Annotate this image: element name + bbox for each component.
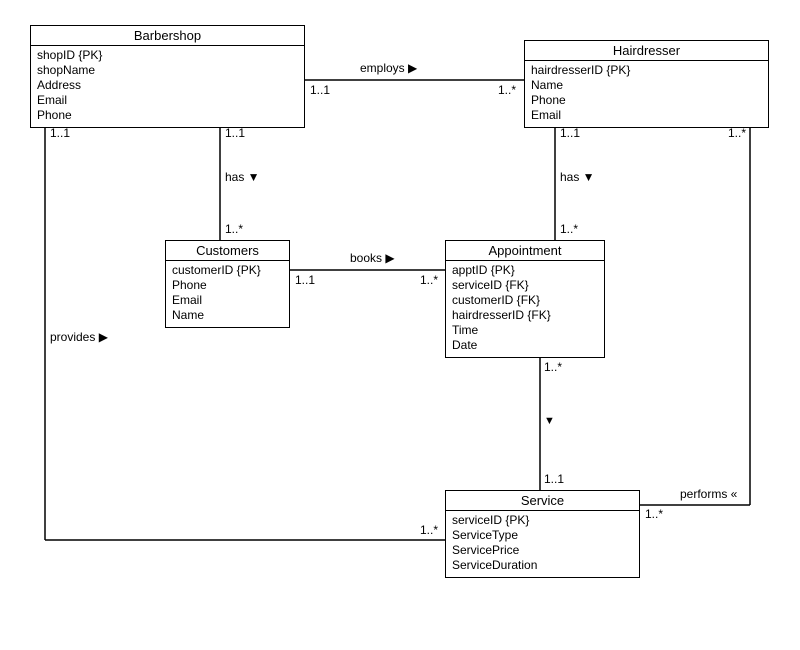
attr: customerID {FK} xyxy=(452,293,598,308)
entity-hairdresser-title: Hairdresser xyxy=(525,41,768,61)
attr: Email xyxy=(531,108,762,123)
entity-appointment: Appointment apptID {PK} serviceID {FK} c… xyxy=(445,240,605,358)
attr: shopName xyxy=(37,63,298,78)
entity-barbershop-body: shopID {PK} shopName Address Email Phone xyxy=(31,46,304,127)
label-employs: employs ▶ xyxy=(360,61,417,75)
entity-appointment-title: Appointment xyxy=(446,241,604,261)
entity-hairdresser: Hairdresser hairdresserID {PK} Name Phon… xyxy=(524,40,769,128)
mult-performs-left: 1..* xyxy=(645,507,663,521)
entity-barbershop-title: Barbershop xyxy=(31,26,304,46)
mult-performs-top: 1..* xyxy=(728,126,746,140)
attr: ServicePrice xyxy=(452,543,633,558)
attr: Phone xyxy=(531,93,762,108)
label-books: books ▶ xyxy=(350,251,395,265)
mult-has-cust-top: 1..1 xyxy=(225,126,245,140)
entity-barbershop: Barbershop shopID {PK} shopName Address … xyxy=(30,25,305,128)
attr: Date xyxy=(452,338,598,353)
entity-service-body: serviceID {PK} ServiceType ServicePrice … xyxy=(446,511,639,577)
attr: customerID {PK} xyxy=(172,263,283,278)
attr: Email xyxy=(37,93,298,108)
attr: Time xyxy=(452,323,598,338)
entity-appointment-body: apptID {PK} serviceID {FK} customerID {F… xyxy=(446,261,604,357)
attr: serviceID {FK} xyxy=(452,278,598,293)
attr: shopID {PK} xyxy=(37,48,298,63)
entity-customers-title: Customers xyxy=(166,241,289,261)
attr: ServiceDuration xyxy=(452,558,633,573)
attr: Phone xyxy=(37,108,298,123)
attr: hairdresserID {FK} xyxy=(452,308,598,323)
label-appt-svc: ▼ xyxy=(544,415,555,427)
label-performs: performs « xyxy=(680,487,737,501)
mult-books-right: 1..* xyxy=(420,273,438,287)
mult-appt-svc-top: 1..* xyxy=(544,360,562,374)
mult-employs-left: 1..1 xyxy=(310,83,330,97)
label-has-cust: has ▼ xyxy=(225,170,260,184)
entity-service: Service serviceID {PK} ServiceType Servi… xyxy=(445,490,640,578)
attr: ServiceType xyxy=(452,528,633,543)
label-hd-appt: has ▼ xyxy=(560,170,595,184)
attr: hairdresserID {PK} xyxy=(531,63,762,78)
attr: serviceID {PK} xyxy=(452,513,633,528)
attr: Address xyxy=(37,78,298,93)
entity-customers: Customers customerID {PK} Phone Email Na… xyxy=(165,240,290,328)
mult-appt-svc-bot: 1..1 xyxy=(544,472,564,486)
entity-hairdresser-body: hairdresserID {PK} Name Phone Email xyxy=(525,61,768,127)
mult-hd-appt-bot: 1..* xyxy=(560,222,578,236)
attr: Name xyxy=(531,78,762,93)
entity-customers-body: customerID {PK} Phone Email Name xyxy=(166,261,289,327)
mult-employs-right: 1..* xyxy=(498,83,516,97)
attr: Email xyxy=(172,293,283,308)
entity-service-title: Service xyxy=(446,491,639,511)
mult-hd-appt-top: 1..1 xyxy=(560,126,580,140)
mult-books-left: 1..1 xyxy=(295,273,315,287)
mult-has-cust-bot: 1..* xyxy=(225,222,243,236)
label-provides: provides ▶ xyxy=(50,330,108,344)
attr: apptID {PK} xyxy=(452,263,598,278)
attr: Phone xyxy=(172,278,283,293)
attr: Name xyxy=(172,308,283,323)
mult-provides-right: 1..* xyxy=(420,523,438,537)
mult-provides-top: 1..1 xyxy=(50,126,70,140)
